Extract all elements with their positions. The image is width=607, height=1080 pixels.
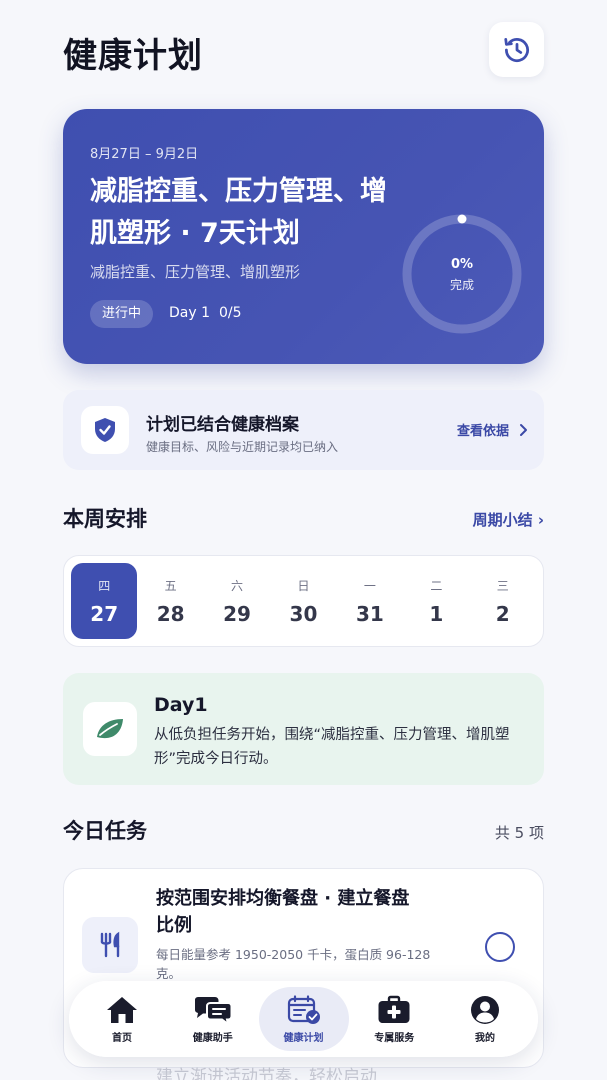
day-item[interactable]: 六 29	[204, 563, 270, 639]
nav-label: 我的	[475, 1032, 495, 1044]
day-date: 27	[90, 601, 119, 626]
user-avatar-icon	[471, 995, 499, 1024]
shield-check-icon	[81, 406, 129, 454]
plan-title: 减脂控重、压力管理、增肌塑形 · 7天计划	[90, 176, 387, 249]
view-basis-label: 查看依据	[456, 424, 509, 439]
nav-item-home[interactable]: 首页	[77, 987, 167, 1051]
task-count: 共 5 项	[494, 824, 544, 842]
day-item[interactable]: 三 2	[470, 563, 536, 639]
day-date: 2	[495, 601, 510, 626]
page-title: 健康计划	[63, 36, 203, 76]
nav-item-profile[interactable]: 我的	[440, 987, 530, 1051]
progress-ring	[402, 214, 522, 334]
nav-label: 健康计划	[283, 1032, 324, 1044]
day-weekday: 日	[297, 578, 310, 593]
nav-label: 专属服务	[374, 1032, 415, 1044]
history-icon	[503, 37, 529, 62]
medical-kit-icon	[378, 995, 410, 1023]
plan-day: Day 1	[169, 305, 211, 321]
day-date: 1	[429, 601, 444, 626]
plan-progress-text: 0/5	[219, 305, 242, 321]
plan-date-range: 8月27日 – 9月2日	[90, 147, 199, 162]
progress-percent: 0%	[450, 257, 474, 272]
history-button[interactable]	[489, 22, 544, 77]
progress-label: 完成	[449, 278, 474, 292]
day-date: 28	[156, 601, 185, 626]
day-weekday: 二	[430, 578, 443, 593]
week-strip: 四 27 五 28 六 29 日 30 一 31 二 1 三 2	[63, 555, 544, 647]
nav-item-plan[interactable]: 健康计划	[258, 987, 349, 1051]
day-item[interactable]: 二 1	[403, 563, 469, 639]
day-weekday: 四	[98, 578, 111, 593]
next-task-peek: 建立渐进活动节奏，轻松启动	[156, 1067, 377, 1080]
day-date: 30	[289, 601, 318, 626]
nav-label: 首页	[112, 1032, 132, 1044]
day-weekday: 六	[231, 578, 244, 593]
day-date: 29	[223, 601, 251, 626]
day-date: 31	[355, 601, 384, 626]
day-card-title: Day1	[154, 694, 208, 716]
home-icon	[107, 996, 137, 1023]
day-card-desc: 从低负担任务开始，围绕“减脂控重、压力管理、增肌塑形”完成今日行动。	[154, 727, 510, 767]
nav-item-services[interactable]: 专属服务	[349, 987, 439, 1051]
task-name: 按范围安排均衡餐盘 · 建立餐盘比例	[156, 888, 410, 936]
chat-bubbles-icon	[194, 996, 233, 1025]
today-tasks-title: 今日任务	[63, 819, 147, 843]
utensils-icon	[82, 917, 138, 973]
day-weekday: 一	[363, 578, 376, 593]
day-item[interactable]: 五 28	[137, 563, 203, 639]
day-intro-card: Day1 从低负担任务开始，围绕“减脂控重、压力管理、增肌塑形”完成今日行动。	[63, 673, 544, 785]
view-basis-link[interactable]: 查看依据	[457, 420, 528, 439]
plan-subtitle: 减脂控重、压力管理、增肌塑形	[90, 263, 301, 281]
day-weekday: 三	[496, 578, 509, 593]
calendar-check-icon	[287, 994, 320, 1024]
health-record-notice[interactable]: 计划已结合健康档案 健康目标、风险与近期记录均已纳入 查看依据	[63, 390, 544, 470]
week-section-title: 本周安排	[63, 507, 147, 531]
task-desc: 每日能量参考 1950-2050 千卡，蛋白质 96-128 克。	[156, 947, 431, 981]
day-weekday: 五	[164, 578, 177, 593]
nav-item-assistant[interactable]: 健康助手	[168, 987, 258, 1051]
leaf-icon	[83, 702, 137, 756]
day-item[interactable]: 一 31	[337, 563, 403, 639]
day-item[interactable]: 日 30	[270, 563, 336, 639]
plan-status-badge: 进行中	[90, 300, 154, 328]
notice-title: 计划已结合健康档案	[146, 415, 299, 435]
chevron-right-icon	[520, 423, 527, 436]
task-complete-checkbox[interactable]	[485, 932, 515, 962]
day-item[interactable]: 四 27	[71, 563, 138, 639]
plan-card[interactable]: 8月27日 – 9月2日 减脂控重、压力管理、增肌塑形 · 7天计划 减脂控重、…	[63, 109, 544, 364]
period-summary-link[interactable]: 周期小结 ›	[473, 509, 544, 530]
notice-desc: 健康目标、风险与近期记录均已纳入	[146, 440, 339, 454]
nav-label: 健康助手	[192, 1032, 233, 1044]
bottom-nav: 首页 健康助手 健康计划 专属服务 我的	[69, 981, 538, 1057]
